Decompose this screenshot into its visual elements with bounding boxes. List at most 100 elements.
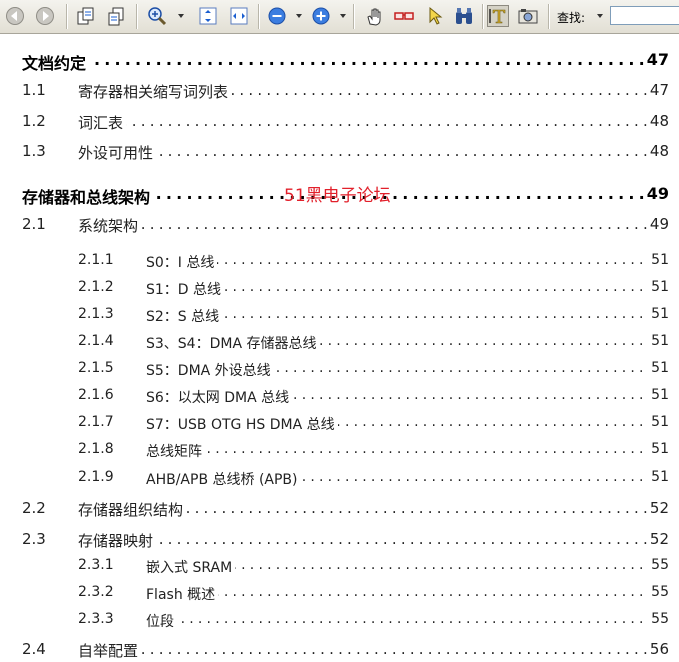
toc-section-number: 2.1.8 [78, 441, 114, 457]
toc-section-number: 2.3.2 [78, 584, 114, 600]
toc-entry-row[interactable]: ........................................… [0, 441, 679, 463]
toc-section-number: 2.1.6 [78, 387, 114, 403]
zoom-out-icon[interactable] [266, 5, 288, 27]
toc-section-title: S7：USB OTG HS DMA 总线 [146, 414, 338, 434]
toc-section-number: 2.2 [22, 499, 46, 517]
toc-page-number: 48 [646, 112, 669, 130]
snapshot-icon[interactable] [517, 5, 539, 27]
toc-page-number: 51 [648, 306, 669, 322]
toc-section-title: 存储器映射 [78, 530, 157, 551]
toc-section-title: 存储器组织结构 [78, 499, 187, 520]
toolbar-separator [353, 4, 355, 29]
toc-page-number: 51 [648, 333, 669, 349]
toc-section-title: 寄存器相关缩写词列表 [78, 81, 232, 102]
toc-entry-row[interactable]: ........................................… [0, 499, 679, 521]
toc-page-number: 48 [646, 142, 669, 160]
toc-entry-row[interactable]: ........................................… [0, 414, 679, 436]
toc-section-number: 2.4 [22, 640, 46, 658]
toc-page-number: 51 [648, 279, 669, 295]
toc-section-title: S2：S 总线 [146, 306, 223, 326]
toc-entry-row[interactable]: ........................................… [0, 142, 679, 164]
toc-page-number: 55 [648, 584, 669, 600]
copy-page-icon[interactable] [74, 5, 96, 27]
toc-page-number: 56 [646, 640, 669, 658]
toc-section-title: 总线矩阵 [146, 441, 205, 461]
text-select-icon[interactable] [487, 5, 509, 27]
toc-page-number: 51 [648, 387, 669, 403]
toc-dot-leader: ........................................… [146, 279, 667, 295]
forward-icon[interactable] [34, 5, 56, 27]
toc-section-title: 存储器和总线架构 [22, 184, 154, 208]
toc-chapter-row[interactable]: ........................................… [0, 50, 679, 74]
find-input[interactable] [610, 6, 679, 25]
toc-entry-row[interactable]: ........................................… [0, 557, 679, 579]
toc-section-title: 嵌入式 SRAM [146, 557, 236, 577]
toc-entry-row[interactable]: ........................................… [0, 387, 679, 409]
toc-section-number: 1.2 [22, 112, 46, 130]
toc-page-number: 51 [648, 252, 669, 268]
toc-entry-row[interactable]: ........................................… [0, 530, 679, 552]
toc-entry-row[interactable]: ........................................… [0, 640, 679, 662]
toc-page-number: 47 [646, 81, 669, 99]
toc-dot-leader: ........................................… [22, 50, 667, 69]
toc-page-number: 51 [648, 469, 669, 485]
toc-section-title: 词汇表 [78, 112, 127, 133]
toc-section-title: 自举配置 [78, 640, 142, 661]
toc-page-number: 55 [648, 611, 669, 627]
find-options-arrow[interactable] [597, 14, 603, 18]
fit-page-icon[interactable] [197, 5, 219, 27]
toc-section-number: 1.3 [22, 142, 46, 160]
toc-section-title: 外设可用性 [78, 142, 157, 163]
toc-page-number: 47 [643, 50, 669, 69]
toc-page-number: 52 [646, 499, 669, 517]
toc-dot-leader: ........................................… [78, 640, 667, 658]
toc-section-number: 2.3 [22, 530, 46, 548]
toc-dot-leader: ........................................… [78, 142, 667, 160]
zoom-in-dropdown-arrow[interactable] [340, 14, 346, 18]
watermark-text: 51黑电子论坛 [284, 186, 391, 206]
toc-section-title: 系统架构 [78, 215, 142, 236]
toc-section-title: S6：以太网 DMA 总线 [146, 387, 293, 407]
toc-entry-row[interactable]: ........................................… [0, 81, 679, 103]
toc-entry-row[interactable]: ........................................… [0, 584, 679, 606]
zoom-in-tool-icon[interactable] [146, 5, 168, 27]
toc-section-title: S1：D 总线 [146, 279, 225, 299]
toolbar-separator [66, 4, 68, 29]
toc-entry-row[interactable]: ........................................… [0, 279, 679, 301]
toc-entry-row[interactable]: ........................................… [0, 333, 679, 355]
hand-tool-icon[interactable] [363, 5, 385, 27]
zoom-out-dropdown-arrow[interactable] [296, 14, 302, 18]
toc-page-number: 49 [643, 184, 669, 203]
toc-dot-leader: ........................................… [78, 530, 667, 548]
toc-section-number: 2.1.1 [78, 252, 114, 268]
toolbar-separator [548, 4, 550, 29]
binoculars-icon[interactable] [453, 5, 475, 27]
select-arrow-icon[interactable] [424, 5, 446, 27]
toc-entry-row[interactable]: ........................................… [0, 360, 679, 382]
toc-page-number: 52 [646, 530, 669, 548]
toc-section-number: 2.1.4 [78, 333, 114, 349]
toc-entry-row[interactable]: ........................................… [0, 306, 679, 328]
toolbar-separator [258, 4, 260, 29]
toc-entry-row[interactable]: ........................................… [0, 112, 679, 134]
toc-section-number: 2.1 [22, 215, 46, 233]
toc-section-number: 1.1 [22, 81, 46, 99]
toc-page-number: 51 [648, 360, 669, 376]
toc-dot-leader: ........................................… [146, 584, 667, 600]
fit-width-icon[interactable] [228, 5, 250, 27]
glasses-icon[interactable] [393, 5, 415, 27]
toc-section-number: 2.1.5 [78, 360, 114, 376]
toc-entry-row[interactable]: ........................................… [0, 611, 679, 633]
back-icon[interactable] [4, 5, 26, 27]
find-label: 查找: [557, 11, 586, 25]
toc-entry-row[interactable]: ........................................… [0, 215, 679, 237]
zoom-dropdown-arrow[interactable] [178, 14, 184, 18]
toc-entry-row[interactable]: ........................................… [0, 252, 679, 274]
toc-section-title: S5：DMA 外设总线 [146, 360, 274, 380]
toc-dot-leader: ........................................… [146, 252, 667, 268]
toc-entry-row[interactable]: ........................................… [0, 469, 679, 491]
zoom-in-icon[interactable] [310, 5, 332, 27]
document-page: ........................................… [0, 33, 679, 661]
toc-section-number: 2.1.2 [78, 279, 114, 295]
paste-page-icon[interactable] [106, 5, 128, 27]
